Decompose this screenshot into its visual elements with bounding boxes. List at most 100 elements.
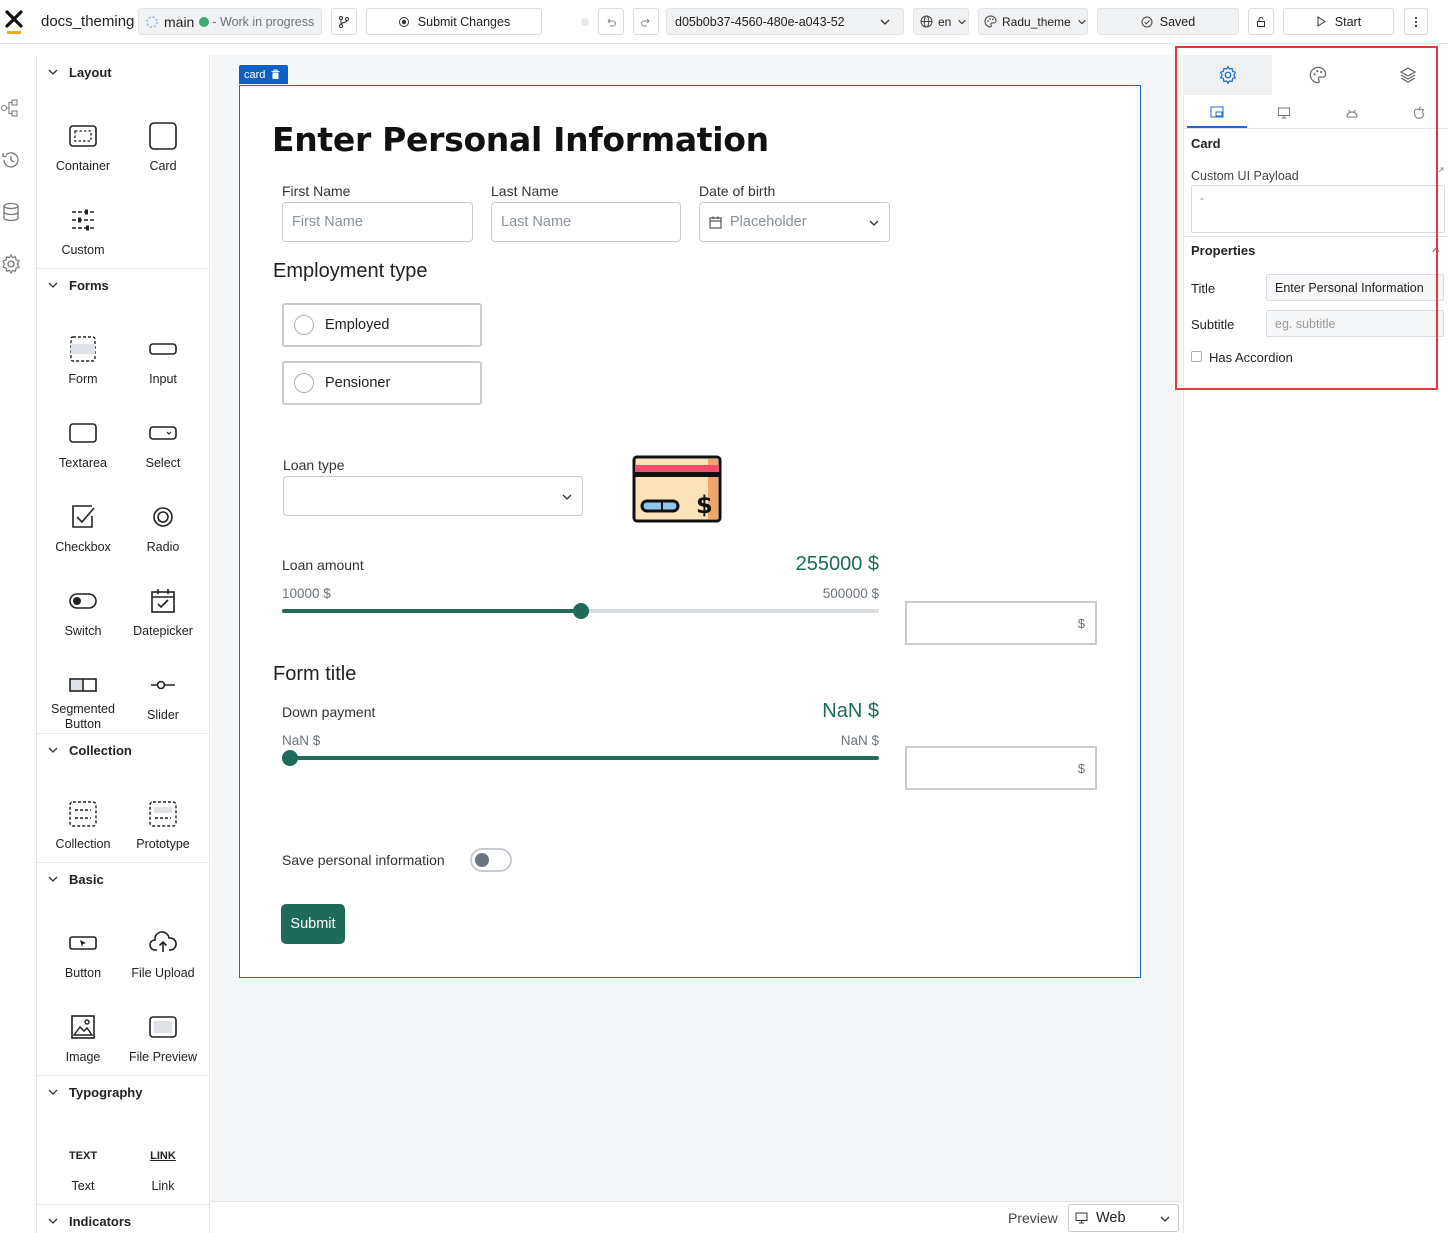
branch-loading-icon xyxy=(146,15,158,28)
palette-label: Card xyxy=(149,159,177,173)
app-logo-icon[interactable] xyxy=(4,9,24,35)
palette-label: Textarea xyxy=(59,456,107,470)
last-name-input[interactable]: Last Name xyxy=(491,202,681,242)
title-prop-input[interactable]: Enter Personal Information xyxy=(1266,274,1444,301)
undo-button[interactable] xyxy=(598,8,624,35)
process-nodes-icon[interactable] xyxy=(0,97,22,119)
version-select[interactable]: d05b0b37-4560-480e-a043-52 xyxy=(666,8,904,35)
expand-icon[interactable] xyxy=(1437,166,1445,174)
first-name-label: First Name xyxy=(282,183,351,199)
palette-item-prototype[interactable]: Prototype xyxy=(123,799,203,852)
palette-item-datepicker[interactable]: Datepicker xyxy=(123,586,203,639)
chevron-down-icon xyxy=(48,747,58,753)
preview-platform-select[interactable]: Web xyxy=(1068,1204,1179,1232)
submit-changes-button[interactable]: Submit Changes xyxy=(366,8,542,35)
database-icon[interactable] xyxy=(0,201,22,223)
segmented-button-icon xyxy=(69,678,97,692)
dob-datepicker[interactable]: Placeholder xyxy=(699,202,890,242)
loan-type-select[interactable] xyxy=(283,476,583,516)
custom-payload-textarea[interactable]: - xyxy=(1191,185,1445,233)
title-prop-label: Title xyxy=(1191,281,1216,296)
trash-icon[interactable] xyxy=(270,69,281,80)
palette-item-link[interactable]: LINK Link xyxy=(123,1141,203,1194)
section-layout[interactable]: Layout xyxy=(37,57,210,87)
section-typography[interactable]: Typography xyxy=(37,1077,210,1107)
section-collection[interactable]: Collection xyxy=(37,735,210,765)
has-accordion-checkbox[interactable] xyxy=(1191,351,1202,362)
more-menu-button[interactable] xyxy=(1404,8,1428,35)
section-divider xyxy=(37,733,210,734)
palette-item-card[interactable]: Card xyxy=(123,121,203,174)
palette-item-textarea[interactable]: Textarea xyxy=(43,418,123,471)
down-payment-max: NaN $ xyxy=(840,733,879,748)
app-name: docs_theming xyxy=(41,13,135,30)
radio-option-pensioner[interactable]: Pensioner xyxy=(282,361,482,405)
palette-item-radio[interactable]: Radio xyxy=(123,502,203,555)
file-preview-icon xyxy=(149,1016,177,1038)
gear-icon[interactable] xyxy=(0,253,22,275)
slider-thumb[interactable] xyxy=(572,603,589,619)
slider-thumb[interactable] xyxy=(282,750,298,766)
chevron-down-icon xyxy=(48,1218,58,1224)
card-selection-tag[interactable]: card xyxy=(239,65,288,84)
palette-item-container[interactable]: Container xyxy=(43,121,123,174)
radio-option-employed[interactable]: Employed xyxy=(282,303,482,347)
palette-item-slider[interactable]: Slider xyxy=(123,670,203,723)
palette-item-checkbox[interactable]: Checkbox xyxy=(43,502,123,555)
branch-selector[interactable]: main - Work in progress xyxy=(138,8,322,35)
loan-amount-slider[interactable] xyxy=(282,603,879,619)
section-forms[interactable]: Forms xyxy=(37,270,210,300)
tab-layers[interactable] xyxy=(1363,55,1448,95)
chevron-up-icon[interactable] xyxy=(1431,245,1441,255)
redo-button[interactable] xyxy=(633,8,659,35)
down-payment-input[interactable]: $ xyxy=(905,746,1097,790)
palette-item-file-preview[interactable]: File Preview xyxy=(123,1012,203,1065)
slider-icon xyxy=(151,680,175,690)
palette-item-segmented-button[interactable]: Segmented Button xyxy=(43,670,123,732)
loan-amount-input[interactable]: $ xyxy=(905,601,1097,645)
palette-item-file-upload[interactable]: File Upload xyxy=(123,928,203,981)
panel-section-card: Card xyxy=(1191,136,1221,151)
platform-tab-ios[interactable] xyxy=(1389,98,1448,128)
palette-item-form[interactable]: Form xyxy=(43,334,123,387)
down-payment-slider[interactable] xyxy=(282,750,879,766)
saved-status-button[interactable]: Saved xyxy=(1097,8,1239,35)
palette-item-select[interactable]: Select xyxy=(123,418,203,471)
palette-label: File Preview xyxy=(128,1050,198,1064)
palette-item-collection[interactable]: Collection xyxy=(43,799,123,852)
loan-amount-label: Loan amount xyxy=(282,557,364,573)
theme-select[interactable]: Radu_theme xyxy=(978,8,1088,35)
palette-item-image[interactable]: Image xyxy=(43,1012,123,1065)
tab-settings[interactable] xyxy=(1183,55,1272,95)
first-name-input[interactable]: First Name xyxy=(282,202,473,242)
platform-tab-web[interactable] xyxy=(1254,98,1314,128)
gear-icon xyxy=(1219,65,1236,85)
theme-value: Radu_theme xyxy=(1002,14,1071,29)
palette-icon xyxy=(1309,66,1326,84)
branch-actions-button[interactable] xyxy=(331,8,357,35)
language-select[interactable]: en xyxy=(913,8,969,35)
platform-tab-android[interactable] xyxy=(1322,98,1382,128)
lock-button[interactable] xyxy=(1248,8,1274,35)
palette-item-input[interactable]: Input xyxy=(123,334,203,387)
branch-status-dot xyxy=(199,16,210,27)
platform-tab-generic[interactable] xyxy=(1187,98,1247,128)
submit-button[interactable]: Submit xyxy=(281,904,345,944)
section-divider xyxy=(37,862,210,863)
currency-suffix: $ xyxy=(1077,760,1085,776)
tab-styles[interactable] xyxy=(1273,55,1362,95)
credit-card-image: $ xyxy=(632,455,722,523)
palette-item-button[interactable]: Button xyxy=(43,928,123,981)
start-button[interactable]: Start xyxy=(1283,8,1394,35)
palette-item-custom[interactable]: Custom xyxy=(43,205,123,258)
palette-label: Button xyxy=(64,966,102,980)
palette-label: Text xyxy=(71,1179,95,1193)
history-icon[interactable] xyxy=(0,149,22,171)
save-info-switch[interactable] xyxy=(470,848,512,872)
palette-item-switch[interactable]: Switch xyxy=(43,586,123,639)
palette-item-text[interactable]: TEXT Text xyxy=(43,1141,123,1194)
section-basic[interactable]: Basic xyxy=(37,864,210,894)
section-indicators[interactable]: Indicators xyxy=(37,1206,210,1233)
radio-label: Pensioner xyxy=(325,375,391,391)
subtitle-prop-input[interactable]: eg. subtitle xyxy=(1266,310,1444,337)
